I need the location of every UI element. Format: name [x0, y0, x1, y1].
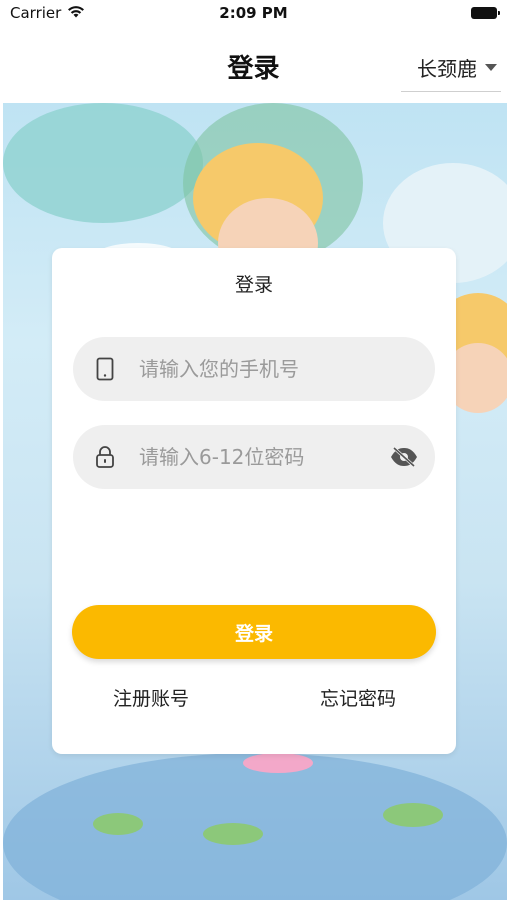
status-left: Carrier: [10, 4, 85, 22]
battery-icon: [471, 7, 500, 19]
eye-off-icon[interactable]: [389, 445, 419, 469]
app-screen: Carrier 2:09 PM 登录 长颈鹿 登录 请输入您的手机号 登录 注册…: [0, 0, 507, 900]
password-input[interactable]: [137, 444, 371, 470]
phone-icon: [95, 357, 115, 381]
language-dropdown[interactable]: 长颈鹿: [401, 44, 501, 92]
nav-bar: 登录 长颈鹿: [0, 30, 507, 102]
phone-field[interactable]: [73, 337, 435, 401]
page-title: 登录: [227, 54, 280, 84]
status-time: 2:09 PM: [219, 4, 288, 22]
login-card: 登录 请输入您的手机号 登录 注册账号 忘记密码: [52, 248, 456, 754]
card-title: 登录: [234, 274, 273, 296]
phone-input[interactable]: [137, 356, 371, 382]
status-bar: Carrier 2:09 PM: [0, 0, 507, 30]
wifi-icon: [67, 4, 85, 22]
language-label: 长颈鹿: [417, 57, 477, 81]
lock-icon: [95, 445, 115, 469]
login-button[interactable]: 登录: [72, 605, 436, 659]
carrier-label: Carrier: [10, 4, 62, 22]
chevron-down-icon: [485, 64, 497, 71]
password-field[interactable]: [73, 425, 435, 489]
forgot-password-link[interactable]: 忘记密码: [320, 684, 396, 711]
register-link[interactable]: 注册账号: [113, 684, 189, 711]
